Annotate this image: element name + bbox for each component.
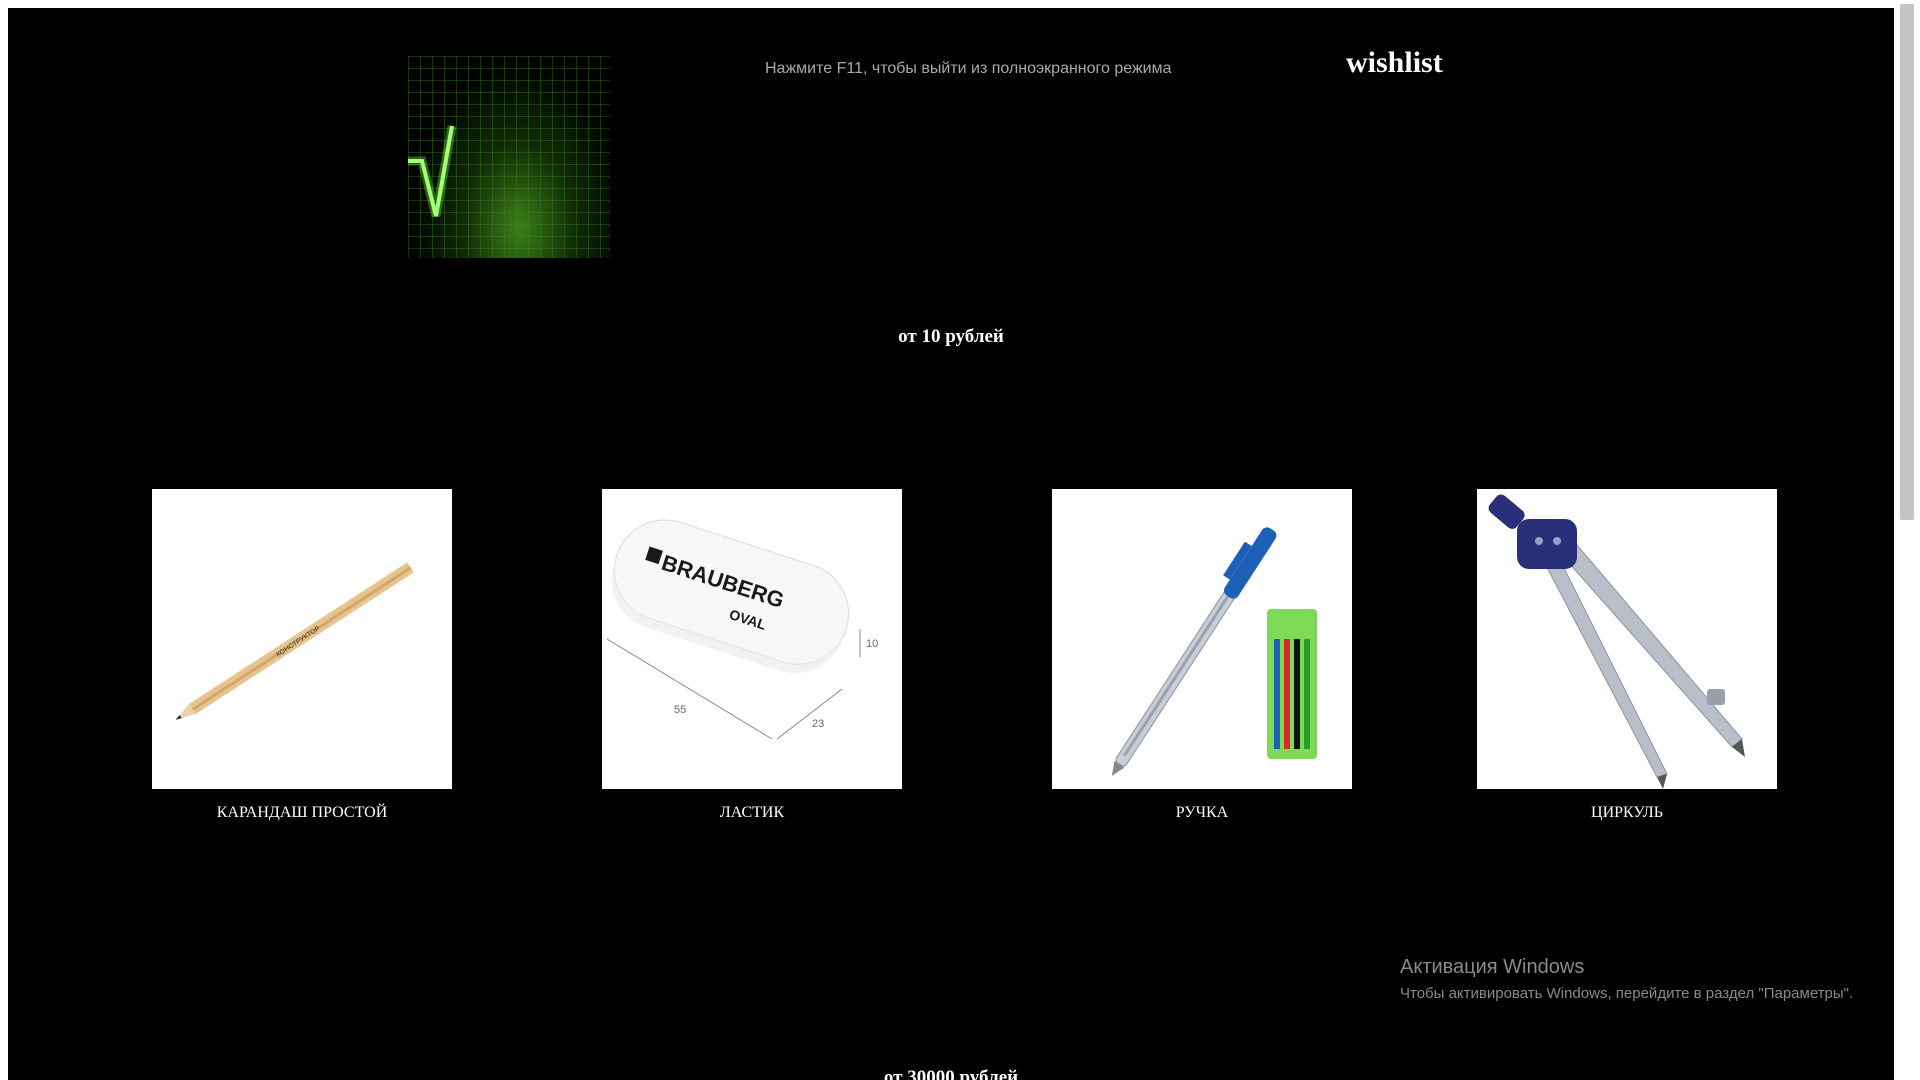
product-card-compass[interactable]: ЦИРКУЛЬ xyxy=(1477,489,1777,822)
product-image-pen[interactable] xyxy=(1052,489,1352,789)
product-label[interactable]: РУЧКА xyxy=(1052,804,1352,822)
watermark-subtitle: Чтобы активировать Windows, перейдите в … xyxy=(1400,985,1854,1002)
eraser-dim-width: 23 xyxy=(812,718,824,730)
product-image-compass[interactable] xyxy=(1477,489,1777,789)
product-label[interactable]: ЛАСТИК xyxy=(602,804,902,822)
site-logo[interactable] xyxy=(408,56,610,258)
section-title-from-10: от 10 рублей xyxy=(898,326,1004,347)
scrollbar-thumb[interactable] xyxy=(1900,4,1914,520)
fullscreen-exit-hint: Нажмите F11, чтобы выйти из полноэкранно… xyxy=(765,60,1172,77)
site-title[interactable]: wishlist xyxy=(1346,46,1443,80)
product-label[interactable]: КАРАНДАШ ПРОСТОЙ xyxy=(152,804,452,822)
vertical-scrollbar[interactable] xyxy=(1894,0,1920,1080)
product-image-pencil[interactable]: КОНСТРУКТОР xyxy=(152,489,452,789)
product-card-pencil[interactable]: КОНСТРУКТОР КАРАНДАШ ПРОСТОЙ xyxy=(152,489,452,822)
pen-icon xyxy=(1111,527,1317,776)
heartbeat-logo-icon xyxy=(408,56,610,258)
pencil-icon: КОНСТРУКТОР xyxy=(175,562,414,720)
product-card-pen[interactable]: РУЧКА xyxy=(1052,489,1352,822)
windows-activation-watermark: Активация Windows Чтобы активировать Win… xyxy=(1400,956,1853,1002)
eraser-dim-height: 10 xyxy=(866,638,878,650)
eraser-icon: BRAUBERG OVAL 55 23 10 xyxy=(606,519,878,740)
watermark-title: Активация Windows xyxy=(1400,956,1585,978)
eraser-dim-length: 55 xyxy=(674,704,686,716)
section-title-from-30000: от 30000 рублей xyxy=(883,1067,1019,1080)
compass-icon xyxy=(1488,494,1745,789)
product-label[interactable]: ЦИРКУЛЬ xyxy=(1477,804,1777,822)
pencil-brand-text: КОНСТРУКТОР xyxy=(275,625,322,659)
product-image-eraser[interactable]: BRAUBERG OVAL 55 23 10 xyxy=(602,489,902,789)
product-card-eraser[interactable]: BRAUBERG OVAL 55 23 10 ЛАСТИК xyxy=(602,489,902,822)
page-background: Нажмите F11, чтобы выйти из полноэкранно… xyxy=(8,8,1894,1080)
